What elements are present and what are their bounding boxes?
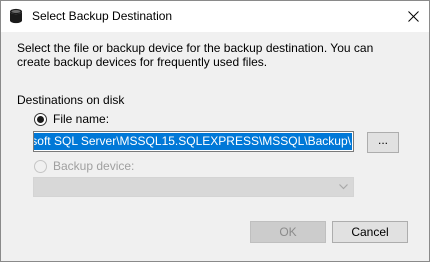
close-icon bbox=[408, 11, 419, 22]
select-backup-destination-dialog: Select Backup Destination Select the fil… bbox=[0, 0, 430, 262]
chevron-down-icon bbox=[339, 184, 348, 190]
close-button[interactable] bbox=[397, 1, 429, 32]
ok-button[interactable]: OK bbox=[250, 221, 326, 243]
browse-button[interactable]: ... bbox=[367, 132, 399, 153]
backup-device-radio[interactable] bbox=[34, 160, 47, 173]
backup-device-label[interactable]: Backup device: bbox=[53, 159, 134, 173]
database-icon bbox=[9, 8, 23, 24]
cancel-button[interactable]: Cancel bbox=[332, 221, 408, 243]
backup-device-dropdown[interactable] bbox=[33, 177, 354, 197]
title-bar: Select Backup Destination bbox=[1, 1, 429, 32]
file-name-label[interactable]: File name: bbox=[53, 112, 109, 126]
file-name-selected-text: Microsoft SQL Server\MSSQL15.SQLEXPRESS\… bbox=[34, 133, 352, 150]
description-text: Select the file or backup device for the… bbox=[17, 41, 374, 69]
window-title: Select Backup Destination bbox=[32, 9, 173, 23]
destinations-group-title: Destinations on disk bbox=[17, 93, 125, 107]
dialog-body: Select the file or backup device for the… bbox=[1, 32, 429, 261]
file-name-radio[interactable] bbox=[34, 113, 47, 126]
file-name-input[interactable]: Microsoft SQL Server\MSSQL15.SQLEXPRESS\… bbox=[33, 131, 354, 152]
